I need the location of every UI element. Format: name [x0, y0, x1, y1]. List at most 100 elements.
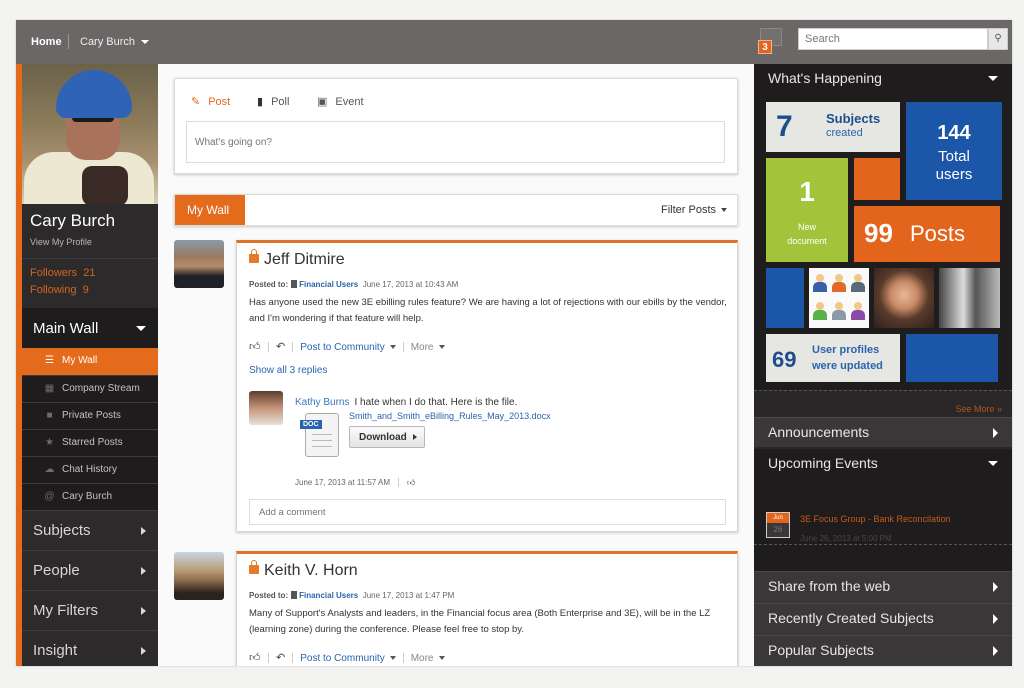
view-profile-link[interactable]: View My Profile: [30, 237, 92, 247]
search-input[interactable]: [798, 28, 988, 50]
main-feed: ✎Post ▮Poll ▣Event My Wall Filter Posts …: [158, 64, 754, 666]
notification-badge[interactable]: 3: [758, 40, 772, 54]
more-dropdown[interactable]: More: [411, 342, 445, 353]
tile-user-photo[interactable]: [874, 268, 934, 328]
tab-post[interactable]: ✎ Post: [191, 95, 230, 108]
tab-label: Poll: [271, 96, 290, 108]
tile-posts[interactable]: 99 Posts: [854, 206, 1000, 262]
chevron-down-icon: [389, 656, 396, 661]
sidebar-section-people[interactable]: People: [22, 550, 158, 590]
tile-total-users[interactable]: 144 Total users: [906, 102, 1002, 200]
tab-poll[interactable]: ▮ Poll: [257, 95, 289, 108]
divider: [754, 390, 1012, 391]
chevron-down-icon: [988, 76, 998, 81]
tile-subjects[interactable]: 7 Subjects created: [766, 102, 900, 152]
add-comment-input[interactable]: [249, 499, 726, 525]
post-body: Has anyone used the new 3E ebilling rule…: [249, 297, 727, 324]
tile-people-icons[interactable]: [809, 268, 869, 328]
tile-profiles-updated[interactable]: 69 User profiles were updated: [766, 334, 900, 382]
whats-happening-header[interactable]: What's Happening: [754, 64, 1012, 94]
post-author[interactable]: Keith V. Horn: [249, 560, 358, 580]
users-count: 144: [937, 122, 971, 144]
sidebar-section-my-filters[interactable]: My Filters: [22, 590, 158, 630]
reply-avatar[interactable]: [249, 391, 283, 425]
timestamp: June 17, 2013 at 1:47 PM: [362, 591, 455, 600]
right-panel: What's Happening 7 Subjects created 144 …: [754, 64, 1012, 666]
sidebar-item-mentions[interactable]: @ Cary Burch: [22, 483, 158, 510]
post-author[interactable]: Jeff Ditmire: [249, 249, 345, 269]
following-link[interactable]: Following 9: [30, 284, 89, 296]
section-title: Announcements: [768, 424, 870, 440]
sidebar-item-private-posts[interactable]: ■ Private Posts: [22, 402, 158, 429]
calendar-icon: ▣: [317, 96, 328, 108]
wall-bar: My Wall Filter Posts: [174, 194, 738, 226]
post-to-community-dropdown[interactable]: Post to Community: [300, 342, 396, 353]
section-title: What's Happening: [768, 70, 882, 86]
chevron-down-icon: [721, 208, 727, 213]
sidebar-item-starred-posts[interactable]: ★ Starred Posts: [22, 429, 158, 456]
post-input[interactable]: [186, 121, 725, 163]
sidebar-section-subjects[interactable]: Subjects: [22, 510, 158, 550]
chevron-down-icon: [988, 461, 998, 466]
more-dropdown[interactable]: More: [411, 653, 445, 664]
upcoming-events-header[interactable]: Upcoming Events: [754, 449, 1012, 479]
tile-user-photo[interactable]: [939, 268, 1000, 328]
posts-count: 99: [864, 218, 893, 248]
sidebar-item-chat-history[interactable]: ☁ Chat History: [22, 456, 158, 483]
play-icon: [412, 434, 417, 441]
search-icon[interactable]: ⚲: [988, 28, 1008, 50]
chevron-right-icon: [993, 646, 998, 656]
section-title: Recently Created Subjects: [768, 610, 934, 626]
share-web-header[interactable]: Share from the web: [754, 571, 1012, 603]
chevron-right-icon: [993, 582, 998, 592]
group-link[interactable]: Financial Users: [299, 591, 358, 600]
bar-chart-icon: ▮: [257, 96, 264, 108]
recent-subjects-header[interactable]: Recently Created Subjects: [754, 603, 1012, 635]
doc-file-icon[interactable]: DOC: [300, 413, 339, 457]
chevron-right-icon: [993, 428, 998, 438]
post-to-community-dropdown[interactable]: Post to Community: [300, 653, 396, 664]
reply-icon[interactable]: ↶: [276, 341, 285, 353]
sidebar-item-my-wall[interactable]: ☰ My Wall: [22, 348, 158, 375]
avatar[interactable]: [174, 240, 224, 288]
tile-new-document[interactable]: 1 New document: [766, 158, 848, 262]
sidebar-item-company-stream[interactable]: ▦ Company Stream: [22, 375, 158, 402]
post-meta: Posted to: Financial Users June 17, 2013 …: [249, 280, 458, 289]
avatar[interactable]: [174, 552, 224, 600]
user-menu[interactable]: Cary Burch: [80, 36, 150, 48]
tab-event[interactable]: ▣ Event: [317, 95, 364, 108]
tab-my-wall[interactable]: My Wall: [175, 195, 245, 225]
chevron-right-icon: [141, 607, 146, 615]
followers-link[interactable]: Followers 21: [30, 267, 95, 279]
tab-label: Event: [335, 96, 364, 108]
chevron-right-icon: [141, 527, 146, 535]
post-to-community-label: Post to Community: [300, 653, 385, 664]
reply-icon[interactable]: ↶: [276, 652, 285, 664]
post-meta: Posted to: Financial Users June 17, 2013 …: [249, 591, 454, 600]
group-link[interactable]: Financial Users: [299, 280, 358, 289]
see-more-link[interactable]: See More »: [955, 404, 1002, 414]
reply-author[interactable]: Kathy Burns: [295, 397, 349, 408]
profile-photo[interactable]: [22, 64, 158, 204]
chevron-down-icon: [438, 656, 445, 661]
home-link[interactable]: Home: [31, 36, 62, 48]
event-link[interactable]: 3E Focus Group - Bank Reconcilation: [800, 514, 951, 524]
like-icon[interactable]: 👍︎: [407, 478, 415, 487]
announcements-header[interactable]: Announcements: [754, 417, 1012, 447]
filter-posts-dropdown[interactable]: Filter Posts: [661, 204, 727, 216]
sidebar-section-insight[interactable]: Insight: [22, 630, 158, 666]
like-icon[interactable]: 👍︎: [249, 340, 261, 353]
sidebar-item-label: Starred Posts: [62, 437, 123, 448]
popular-subjects-header[interactable]: Popular Subjects: [754, 635, 1012, 666]
download-button[interactable]: Download: [349, 426, 425, 448]
like-icon[interactable]: 👍︎: [249, 651, 261, 664]
at-icon: @: [44, 491, 55, 502]
main-wall-header[interactable]: Main Wall: [22, 308, 158, 348]
profiles-count: 69: [772, 347, 797, 372]
chevron-down-icon: [141, 40, 150, 45]
section-label: Subjects: [33, 522, 91, 539]
show-replies-link[interactable]: Show all 3 replies: [249, 365, 327, 376]
file-link[interactable]: Smith_and_Smith_eBilling_Rules_May_2013.…: [349, 411, 551, 421]
activity-tiles: 7 Subjects created 144 Total users 1 New…: [754, 94, 1012, 390]
chat-icon: ☁: [44, 464, 55, 475]
